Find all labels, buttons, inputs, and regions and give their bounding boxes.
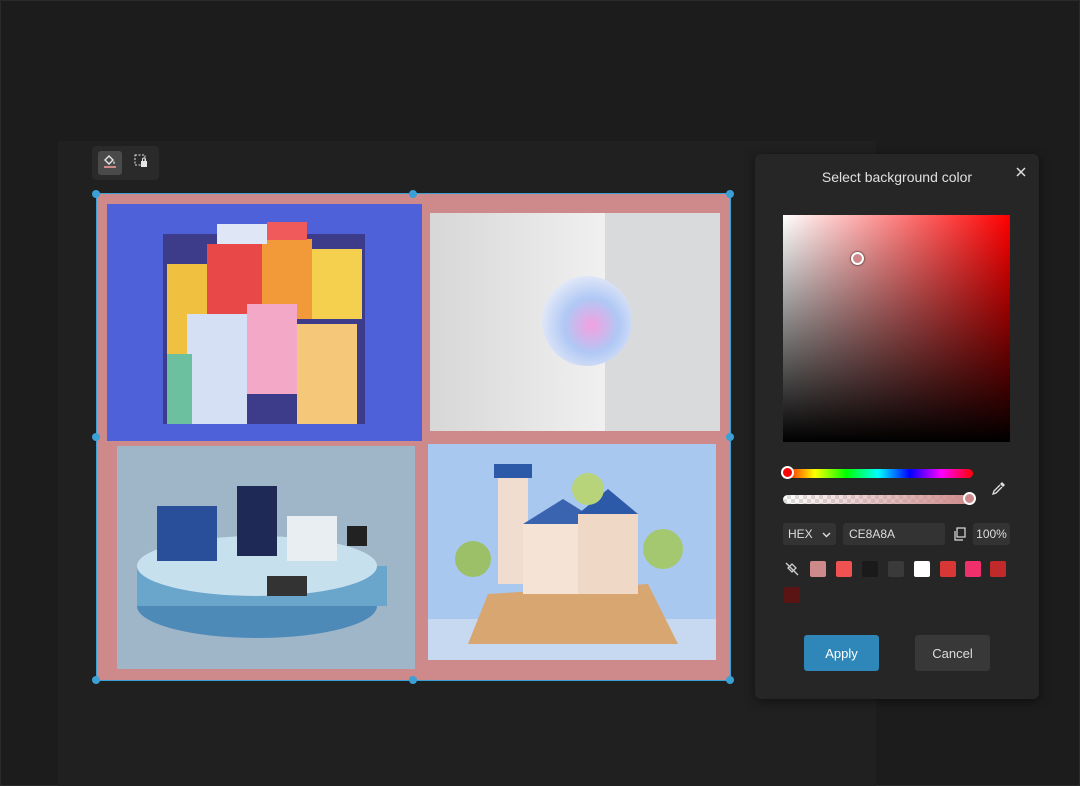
swatch-color[interactable] xyxy=(940,561,956,577)
resize-handle-left[interactable] xyxy=(92,433,100,441)
close-icon[interactable] xyxy=(1009,160,1033,184)
collage-canvas[interactable] xyxy=(97,194,730,680)
resize-handle-top-left[interactable] xyxy=(92,190,100,198)
floating-toolbar xyxy=(92,146,159,180)
color-cursor[interactable] xyxy=(851,252,864,265)
resize-handle-top[interactable] xyxy=(409,190,417,198)
alpha-slider-thumb[interactable] xyxy=(963,492,976,505)
image-cell-sphere[interactable] xyxy=(430,213,720,431)
image-cell-lighthouse[interactable] xyxy=(428,444,716,660)
hue-slider-thumb[interactable] xyxy=(781,466,794,479)
crop-lock-button[interactable] xyxy=(129,151,153,175)
swatch-color[interactable] xyxy=(990,561,1006,577)
swatch-color[interactable] xyxy=(862,561,878,577)
alpha-input[interactable]: 100% xyxy=(973,523,1010,545)
chevron-down-icon xyxy=(822,527,831,541)
swatch-color[interactable] xyxy=(888,561,904,577)
swatch-color[interactable] xyxy=(784,587,800,603)
hue-slider[interactable] xyxy=(781,466,973,479)
resize-handle-top-right[interactable] xyxy=(726,190,734,198)
crop-lock-icon xyxy=(133,153,149,174)
cancel-button[interactable]: Cancel xyxy=(915,635,990,671)
color-format-select[interactable]: HEX xyxy=(783,523,836,545)
image-cell-city[interactable] xyxy=(107,204,422,441)
color-format-value: HEX xyxy=(788,527,813,541)
image-cell-shop[interactable] xyxy=(117,446,415,669)
color-picker-panel: Select background color HEX CE8A8A 100% xyxy=(755,154,1039,699)
swatch-color[interactable] xyxy=(965,561,981,577)
apply-button[interactable]: Apply xyxy=(804,635,879,671)
hex-input[interactable]: CE8A8A xyxy=(843,523,945,545)
eyedropper-icon[interactable] xyxy=(988,477,1010,499)
copy-icon[interactable] xyxy=(949,523,969,545)
resize-handle-bottom[interactable] xyxy=(409,676,417,684)
background-fill-button[interactable] xyxy=(98,151,122,175)
saturation-value-area[interactable] xyxy=(783,215,1010,442)
resize-handle-bottom-right[interactable] xyxy=(726,676,734,684)
swatch-color[interactable] xyxy=(836,561,852,577)
resize-handle-right[interactable] xyxy=(726,433,734,441)
resize-handle-bottom-left[interactable] xyxy=(92,676,100,684)
panel-title: Select background color xyxy=(821,169,973,185)
alpha-slider[interactable] xyxy=(783,492,976,505)
swatch-color[interactable] xyxy=(914,561,930,577)
no-color-icon[interactable] xyxy=(783,560,801,578)
swatch-color[interactable] xyxy=(810,561,826,577)
paint-bucket-icon xyxy=(102,153,118,174)
